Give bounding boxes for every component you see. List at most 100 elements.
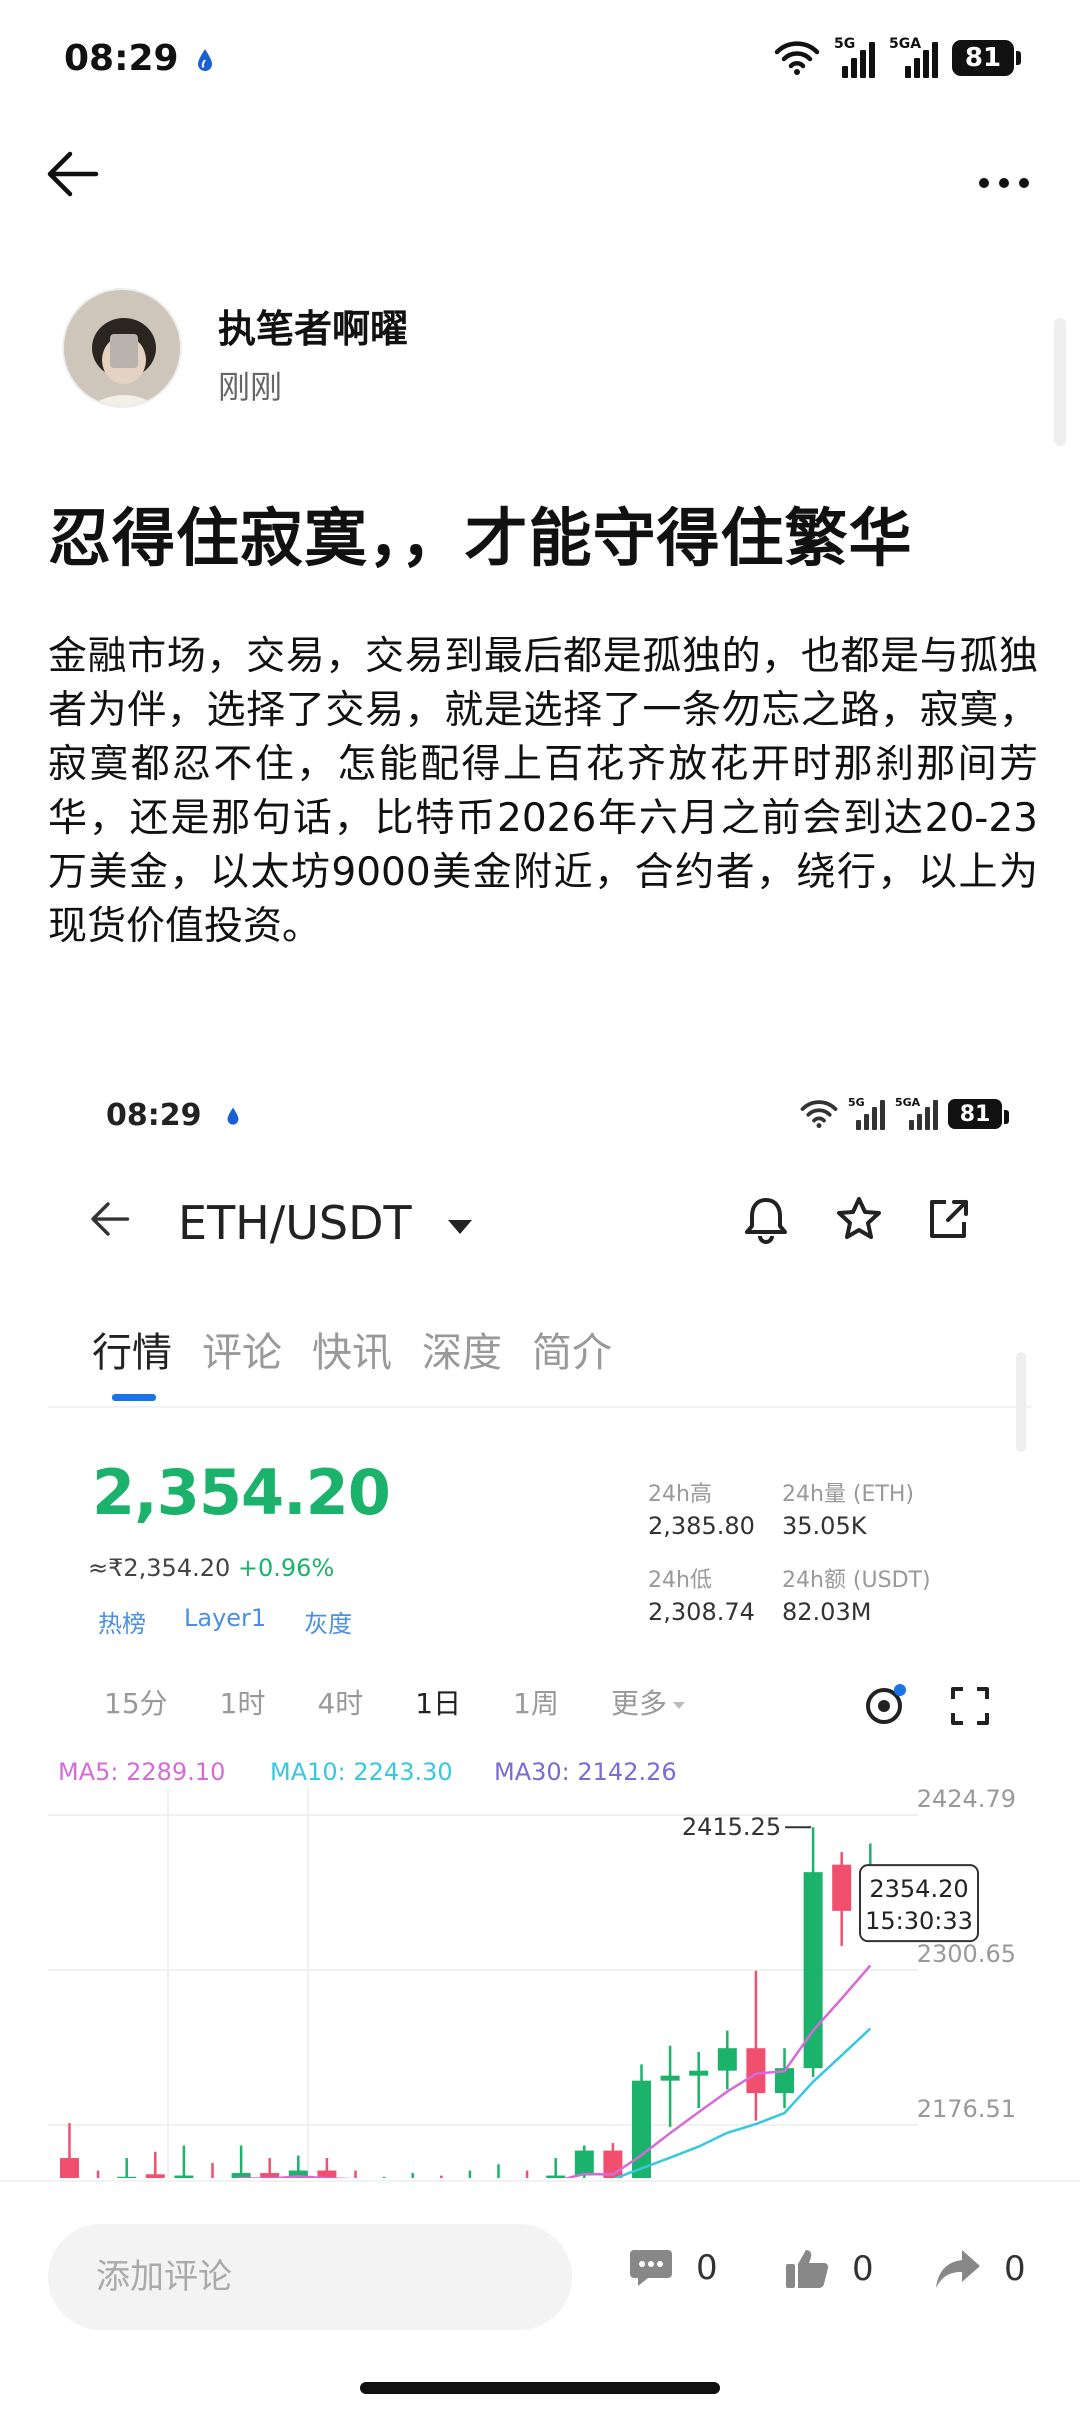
signal-5ga-label: 5GA — [889, 36, 922, 52]
tab-market[interactable]: 行情 — [92, 1320, 172, 1378]
bell-icon[interactable] — [742, 1194, 790, 1248]
tab-news[interactable]: 快讯 — [312, 1320, 392, 1378]
period-more[interactable]: 更多 — [611, 1682, 685, 1722]
candle-body — [832, 1864, 852, 1911]
shot-status-icons: 5G 5GA 81 — [800, 1096, 1009, 1130]
tag-hot[interactable]: 热榜 — [98, 1604, 146, 1639]
signal-5g-label: 5G — [834, 36, 856, 52]
share-count: 0 — [1004, 2249, 1026, 2289]
shot-droplet-icon — [226, 1106, 240, 1130]
status-icons: 5G 5GA 81 — [774, 36, 1021, 78]
stat-high-label: 24h高 — [648, 1482, 712, 1507]
shot-signal-5ga-label: 5GA — [895, 1096, 921, 1109]
stat-low-value: 2,308.74 — [648, 1598, 755, 1626]
comment-icon — [630, 2250, 672, 2286]
status-time: 08:29 — [64, 38, 179, 79]
droplet-icon — [196, 48, 214, 76]
author-name[interactable]: 执笔者啊曜 — [218, 298, 408, 353]
avatar[interactable] — [62, 288, 182, 408]
comment-count: 0 — [696, 2248, 718, 2288]
pair-dropdown-icon[interactable] — [448, 1220, 472, 1234]
market-tabs: 行情 评论 快讯 深度 简介 — [92, 1320, 612, 1378]
period-1d[interactable]: 1日 — [415, 1682, 461, 1722]
stat-high-value: 2,385.80 — [648, 1512, 755, 1540]
trading-pair[interactable]: ETH/USDT — [178, 1196, 412, 1250]
stat-vol-label: 24h量 (ETH) — [782, 1482, 914, 1507]
active-tab-indicator — [112, 1394, 156, 1401]
shot-wifi-icon — [800, 1100, 838, 1129]
price-approx: ≈₹2,354.20 +0.96% — [88, 1554, 334, 1582]
candle-body — [546, 2175, 566, 2178]
embedded-screenshot[interactable]: 08:29 5G 5GA 81 ETH/USDT 行情 评论 快讯 深度 简介 — [48, 1068, 1032, 2178]
ma30-label: MA30: 2142.26 — [494, 1758, 677, 1786]
tag-grayscale[interactable]: 灰度 — [304, 1604, 352, 1639]
shot-battery-level: 81 — [959, 1101, 991, 1127]
post-time: 刚刚 — [218, 368, 283, 406]
shot-scrollbar[interactable] — [1016, 1352, 1026, 1452]
period-1w[interactable]: 1周 — [513, 1682, 559, 1722]
tag-layer1[interactable]: Layer1 — [184, 1604, 266, 1639]
share-button[interactable]: 0 — [934, 2248, 1026, 2290]
approx-value: ≈₹2,354.20 — [88, 1554, 231, 1582]
candle-body — [746, 2048, 766, 2094]
candle-body — [174, 2175, 194, 2178]
candle-body — [660, 2075, 680, 2081]
battery-level: 81 — [964, 43, 1002, 73]
tab-depth[interactable]: 深度 — [422, 1320, 502, 1378]
period-4h[interactable]: 4时 — [317, 1682, 363, 1722]
period-more-label: 更多 — [610, 1687, 667, 1720]
share-arrow-icon — [936, 2250, 980, 2288]
stat-low-label: 24h低 — [648, 1568, 712, 1593]
comment-button[interactable]: 0 — [628, 2248, 718, 2288]
indicator-settings-icon[interactable] — [862, 1682, 910, 1732]
signal-5g-icon: 5G — [834, 36, 875, 78]
stat-24h-low: 24h低 2,308.74 — [648, 1562, 755, 1626]
signal-5ga-icon: 5GA — [889, 36, 938, 78]
period-tabs: 15分 1时 4时 1日 1周 更多 — [104, 1682, 685, 1722]
chevron-down-icon — [672, 1701, 685, 1709]
status-bar: 08:29 5G 5GA 81 — [0, 0, 1080, 120]
fullscreen-icon[interactable] — [950, 1686, 990, 1730]
last-price-time: 15:30:33 — [865, 1907, 973, 1935]
shot-battery-icon: 81 — [948, 1099, 1009, 1129]
thumbs-up-icon — [786, 2250, 829, 2289]
stat-24h-amount: 24h额 (USDT) 82.03M — [782, 1562, 931, 1626]
candle-body — [117, 2176, 137, 2178]
stat-24h-volume: 24h量 (ETH) 35.05K — [782, 1476, 914, 1540]
current-price: 2,354.20 — [92, 1456, 391, 1529]
more-options-icon[interactable] — [978, 150, 1030, 201]
share-icon[interactable] — [924, 1194, 972, 1248]
article-body: 金融市场，交易，交易到最后都是孤独的，也都是与孤独者为伴，选择了交易，就是选择了… — [48, 634, 1038, 949]
article-title: 忍得住寂寞，，才能守得住繁华 — [48, 502, 913, 575]
shot-back-icon[interactable] — [88, 1198, 134, 1244]
ma5-label: MA5: 2289.10 — [58, 1758, 226, 1786]
price-change: +0.96% — [237, 1554, 335, 1582]
shot-status-time: 08:29 — [106, 1098, 202, 1133]
shot-signal-5g-label: 5G — [848, 1096, 865, 1109]
scrollbar[interactable] — [1054, 318, 1066, 446]
candlestick-chart[interactable]: 2424.79 2300.65 2176.51 2415.25 2354.20 15:30… — [48, 1788, 1032, 2178]
candle-body — [689, 2070, 709, 2076]
period-15m[interactable]: 15分 — [104, 1682, 168, 1722]
star-icon[interactable] — [834, 1194, 884, 1248]
stat-vol-value: 35.05K — [782, 1512, 867, 1540]
tab-divider — [48, 1406, 1032, 1408]
tag-list: 热榜 Layer1 灰度 — [98, 1604, 352, 1639]
comment-input[interactable]: 添加评论 — [48, 2224, 572, 2330]
y-tick-label: 2300.65 — [917, 1940, 1016, 1968]
stat-amt-value: 82.03M — [782, 1598, 872, 1626]
high-marker-label: 2415.25 — [682, 1813, 781, 1841]
tab-comments[interactable]: 评论 — [202, 1320, 282, 1378]
y-tick-label: 2424.79 — [917, 1788, 1016, 1813]
home-indicator — [360, 2382, 720, 2394]
candle-body — [145, 2174, 165, 2178]
last-price-value: 2354.20 — [869, 1875, 968, 1903]
tab-intro[interactable]: 简介 — [532, 1320, 612, 1378]
back-arrow-icon[interactable] — [44, 146, 104, 202]
stat-amt-label: 24h额 (USDT) — [782, 1568, 931, 1593]
like-button[interactable]: 0 — [784, 2248, 874, 2290]
battery-icon: 81 — [952, 40, 1021, 76]
period-1h[interactable]: 1时 — [220, 1682, 266, 1722]
like-count: 0 — [852, 2249, 874, 2289]
shot-signal-5g-icon: 5G — [848, 1096, 885, 1130]
